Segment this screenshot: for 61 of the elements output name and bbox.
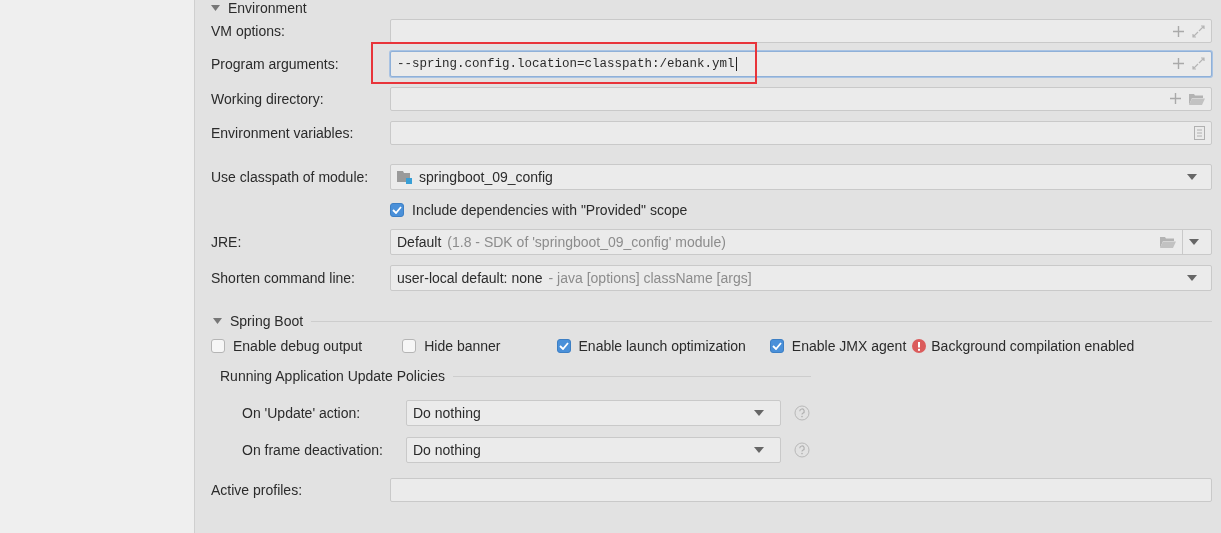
field-label: Environment variables: (211, 125, 355, 141)
expand-icon[interactable] (1192, 24, 1205, 38)
document-icon[interactable] (1194, 126, 1205, 140)
folder-icon[interactable] (1189, 92, 1205, 105)
folder-icon[interactable] (1160, 236, 1176, 248)
checkbox-label[interactable]: Hide banner (424, 338, 501, 354)
input-field[interactable] (390, 86, 1212, 111)
collapse-caret-icon[interactable] (211, 5, 220, 11)
field-value: --spring.config.location=classpath:/ebank.yml (397, 56, 737, 71)
policy-dropdown[interactable]: Do nothing (406, 399, 781, 426)
checkbox[interactable] (402, 339, 417, 353)
field-label: On 'Update' action: (242, 404, 362, 421)
plus-icon[interactable] (1170, 93, 1181, 104)
input-field[interactable] (390, 478, 1212, 502)
input-field[interactable]: --spring.config.location=classpath:/ebank.yml (390, 50, 1212, 77)
checkbox-label[interactable]: Enable JMX agent (791, 338, 907, 354)
field-label: VM options: (211, 23, 286, 39)
error-icon (912, 339, 927, 353)
field-label: JRE: (211, 234, 243, 250)
checkbox[interactable] (211, 339, 225, 353)
checkbox[interactable] (769, 339, 784, 353)
expand-icon[interactable] (1192, 57, 1205, 70)
checkbox-label[interactable]: Enable launch optimization (578, 338, 746, 354)
field-label: On frame deactivation: (242, 441, 384, 458)
field-label: Shorten command line: (211, 270, 356, 286)
dropdown-value: user-local default: none (397, 270, 543, 286)
dropdown-value: Default (397, 234, 442, 250)
module-dropdown[interactable]: springboot_09_config (390, 164, 1212, 190)
help-icon[interactable] (794, 404, 810, 421)
shorten-dropdown[interactable]: user-local default: none - java [options] className [args] (390, 265, 1212, 291)
checkbox-label[interactable]: Enable debug output (233, 338, 363, 354)
plus-icon[interactable] (1173, 25, 1184, 37)
policy-dropdown[interactable]: Do nothing (406, 436, 781, 463)
warning-text: Background compilation enabled (931, 338, 1135, 354)
input-field[interactable] (390, 19, 1212, 43)
field-label: Active profiles: (211, 482, 304, 498)
module-folder-icon (397, 170, 413, 184)
dropdown-hint: (1.8 - SDK of 'springboot_09_config' module) (447, 234, 726, 250)
checkbox-label[interactable]: Include dependencies with "Provided" scope (412, 202, 688, 218)
dropdown-value: springboot_09_config (419, 169, 553, 185)
dropdown-arrow-icon[interactable] (754, 409, 764, 416)
checkbox[interactable] (390, 203, 404, 217)
help-icon[interactable] (794, 441, 810, 458)
plus-icon[interactable] (1173, 58, 1184, 69)
dropdown-arrow-icon[interactable] (1189, 239, 1199, 245)
field-label: Use classpath of module: (211, 169, 370, 185)
dropdown-arrow-icon[interactable] (1187, 275, 1197, 281)
checkbox[interactable] (556, 339, 571, 353)
collapse-caret-icon[interactable] (213, 318, 222, 324)
dropdown-arrow-icon[interactable] (1187, 174, 1197, 180)
dropdown-hint: - java [options] className [args] (548, 270, 752, 286)
group-title: Running Application Update Policies (220, 368, 445, 384)
section-title: Environment (228, 0, 307, 16)
section-title: Spring Boot (230, 313, 304, 329)
dropdown-arrow-icon[interactable] (754, 446, 764, 453)
dropdown-value: Do nothing (413, 441, 481, 458)
field-label: Program arguments: (211, 55, 340, 72)
dropdown-value: Do nothing (413, 404, 481, 421)
jre-dropdown[interactable]: Default (1.8 - SDK of 'springboot_09_config' module) (390, 229, 1212, 255)
field-label: Working directory: (211, 90, 325, 107)
input-field[interactable] (390, 121, 1212, 145)
